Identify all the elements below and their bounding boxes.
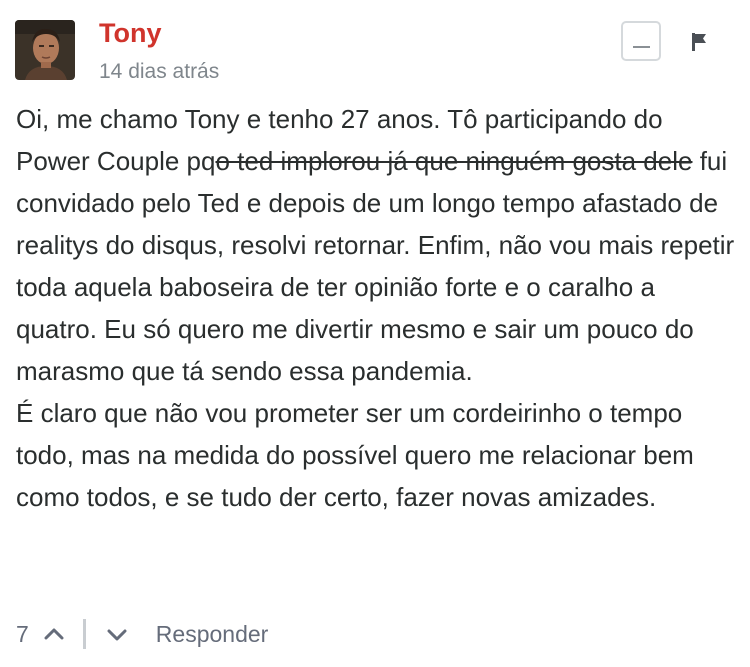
downvote-button[interactable] — [106, 623, 128, 645]
vote-divider — [82, 619, 86, 649]
comment-text: fui convidado pelo Ted e depois de um lo… — [16, 146, 735, 386]
chevron-up-icon — [44, 628, 64, 640]
comment-body: Oi, me chamo Tony e tenho 27 anos. Tô pa… — [16, 98, 736, 518]
comment-card: Tony 14 dias atrás Oi, me chamo Tony e t… — [0, 0, 750, 667]
flag-icon — [692, 33, 706, 51]
comment-timestamp[interactable]: 14 dias atrás — [99, 58, 219, 86]
comment-paragraph: Oi, me chamo Tony e tenho 27 anos. Tô pa… — [16, 98, 736, 392]
vote-count: 7 — [16, 620, 29, 647]
strikethrough-text: o ted implorou já que ninguém gosta dele — [215, 146, 693, 176]
flag-button[interactable] — [690, 31, 710, 55]
author-name[interactable]: Tony — [99, 16, 162, 50]
avatar-image — [15, 20, 75, 80]
comment-footer: 7 Responder — [16, 614, 268, 654]
minus-icon — [633, 46, 650, 48]
comment-paragraph: É claro que não vou prometer ser um cord… — [16, 398, 694, 512]
chevron-down-icon — [107, 629, 127, 641]
collapse-button[interactable] — [621, 21, 661, 61]
upvote-button[interactable] — [43, 623, 65, 645]
reply-button[interactable]: Responder — [156, 621, 269, 648]
avatar[interactable] — [15, 20, 75, 80]
